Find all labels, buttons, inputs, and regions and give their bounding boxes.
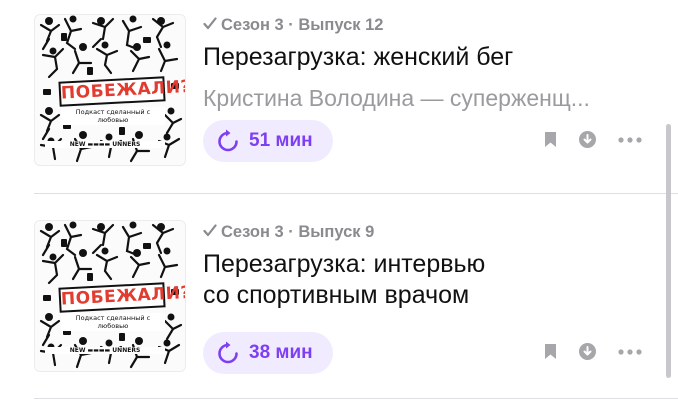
cover-subtitle: Подкаст сделанный с любовью bbox=[61, 107, 165, 125]
more-button[interactable] bbox=[618, 348, 642, 355]
episode-meta: Сезон 3 · Выпуск 9 bbox=[203, 223, 374, 242]
bookmark-button[interactable] bbox=[544, 343, 557, 360]
bookmark-button[interactable] bbox=[544, 131, 557, 148]
download-button[interactable] bbox=[579, 343, 596, 360]
more-icon bbox=[618, 348, 642, 355]
checkmark-icon bbox=[203, 223, 217, 242]
episode-title[interactable]: Перезагрузка: интервью со спортивным вра… bbox=[203, 249, 485, 311]
duration-label: 38 мин bbox=[249, 342, 313, 363]
bookmark-icon bbox=[545, 344, 556, 359]
cover-brand: NEW ▬▬▬▬ UNNERS bbox=[45, 347, 165, 354]
episode-cover[interactable]: ПОБЕЖАЛИ?! Подкаст сделанный с любовью N… bbox=[34, 220, 186, 372]
download-icon bbox=[579, 343, 596, 360]
episode-title[interactable]: Перезагрузка: женский бег bbox=[203, 42, 513, 73]
more-button[interactable] bbox=[618, 136, 642, 143]
episode-item[interactable]: ПОБЕЖАЛИ?! Подкаст сделанный с любовью N… bbox=[0, 194, 678, 400]
bookmark-icon bbox=[545, 132, 556, 147]
episode-cover[interactable]: ПОБЕЖАЛИ?! Подкаст сделанный с любовью N… bbox=[34, 14, 186, 166]
episode-meta: Сезон 3 · Выпуск 12 bbox=[203, 16, 383, 35]
play-duration-button[interactable]: 51 мин bbox=[203, 120, 333, 162]
episode-item[interactable]: ПОБЕЖАЛИ?! Подкаст сделанный с любовью N… bbox=[0, 0, 678, 193]
checkmark-icon bbox=[203, 16, 217, 35]
download-icon bbox=[579, 131, 596, 148]
download-button[interactable] bbox=[579, 131, 596, 148]
cover-subtitle: Подкаст сделанный с любовью bbox=[61, 313, 165, 331]
episode-description: Кристина Володина — суперженщ... bbox=[203, 85, 590, 111]
duration-label: 51 мин bbox=[249, 130, 313, 151]
replay-icon bbox=[218, 129, 238, 152]
scrollbar[interactable] bbox=[666, 124, 671, 378]
episode-title-line: со спортивным врачом bbox=[203, 281, 470, 309]
episode-actions bbox=[544, 343, 642, 360]
episode-meta-text: Сезон 3 · Выпуск 12 bbox=[221, 16, 384, 34]
play-duration-button[interactable]: 38 мин bbox=[203, 332, 333, 374]
replay-icon bbox=[218, 341, 238, 364]
divider bbox=[34, 398, 678, 399]
episode-title-line: Перезагрузка: женский бег bbox=[203, 43, 514, 71]
more-icon bbox=[618, 136, 642, 143]
episode-title-line: Перезагрузка: интервью bbox=[203, 250, 486, 278]
episode-actions bbox=[544, 131, 642, 148]
episode-meta-text: Сезон 3 · Выпуск 9 bbox=[221, 223, 375, 241]
cover-brand: NEW ▬▬▬▬ UNNERS bbox=[45, 141, 165, 148]
